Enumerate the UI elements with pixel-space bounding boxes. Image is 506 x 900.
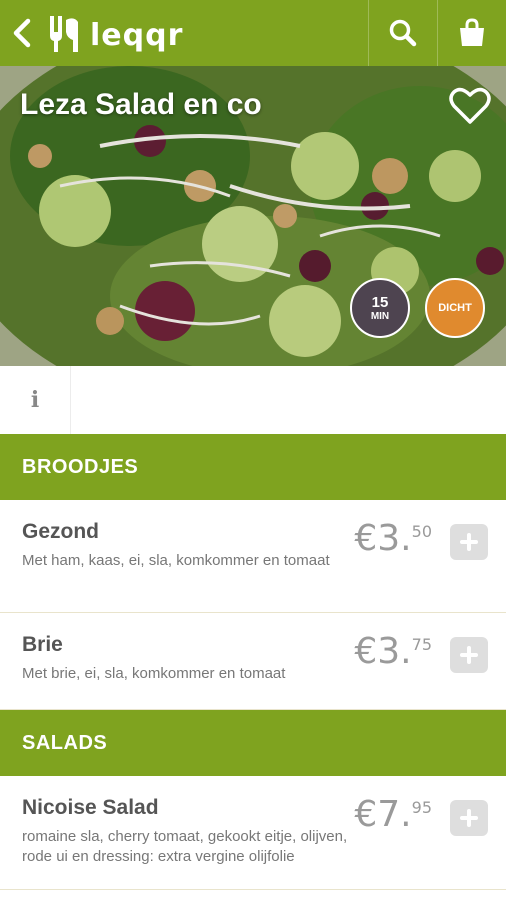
item-price: €3.75 xyxy=(354,631,432,672)
price-cents: 75 xyxy=(411,635,432,654)
info-bar: i xyxy=(0,366,506,435)
item-description: Met brie, ei, sla, komkommer en tomaat xyxy=(22,665,286,682)
section-title: BROODJES xyxy=(22,455,139,478)
prep-time-badge: 15 MIN xyxy=(350,278,410,338)
search-icon xyxy=(389,19,417,47)
price-main: €3. xyxy=(354,518,412,559)
shopping-bag-icon xyxy=(460,18,484,46)
cart-button[interactable] xyxy=(437,0,506,66)
plus-icon xyxy=(460,646,478,664)
menu-item[interactable]: Gezond Met ham, kaas, ei, sla, komkommer… xyxy=(0,500,506,613)
section-header-broodjes: BROODJES xyxy=(0,434,506,500)
plus-icon xyxy=(460,809,478,827)
price-main: €3. xyxy=(354,631,412,672)
top-bar: leqqr xyxy=(0,0,506,66)
menu-item[interactable]: Brie Met brie, ei, sla, komkommer en tom… xyxy=(0,613,506,710)
price-main: €7. xyxy=(354,794,412,835)
section-header-salads: SALADS xyxy=(0,710,506,776)
status-badge: DICHT xyxy=(425,278,485,338)
add-to-cart-button[interactable] xyxy=(450,800,488,836)
heart-icon xyxy=(449,87,491,124)
add-to-cart-button[interactable] xyxy=(450,524,488,560)
price-cents: 95 xyxy=(411,798,432,817)
price-cents: 50 xyxy=(411,522,432,541)
info-tab[interactable]: i xyxy=(0,366,71,434)
add-to-cart-button[interactable] xyxy=(450,637,488,673)
prep-time-value: 15 xyxy=(371,293,389,311)
item-name: Brie xyxy=(22,633,63,656)
item-description: Met ham, kaas, ei, sla, komkommer en tom… xyxy=(22,552,330,569)
menu-item[interactable]: Nicoise Salad romaine sla, cherry tomaat… xyxy=(0,776,506,890)
section-title: SALADS xyxy=(22,731,108,754)
chevron-left-icon xyxy=(13,18,31,48)
item-description: romaine sla, cherry tomaat, gekookt eitj… xyxy=(22,828,348,865)
item-price: €3.50 xyxy=(354,518,432,559)
fork-logo-icon xyxy=(50,16,78,52)
item-name: Nicoise Salad xyxy=(22,796,159,819)
favorite-button[interactable] xyxy=(448,86,492,126)
logo-text: leqqr xyxy=(90,17,184,53)
back-button[interactable] xyxy=(0,0,44,66)
search-button[interactable] xyxy=(368,0,437,66)
item-name: Gezond xyxy=(22,520,99,543)
leqqr-logo[interactable]: leqqr xyxy=(44,0,183,66)
info-icon: i xyxy=(30,387,40,413)
prep-time-unit: MIN xyxy=(370,310,390,322)
item-price: €7.95 xyxy=(354,794,432,835)
plus-icon xyxy=(460,533,478,551)
status-text: DICHT xyxy=(438,302,472,314)
restaurant-name: Leza Salad en co xyxy=(20,88,262,121)
